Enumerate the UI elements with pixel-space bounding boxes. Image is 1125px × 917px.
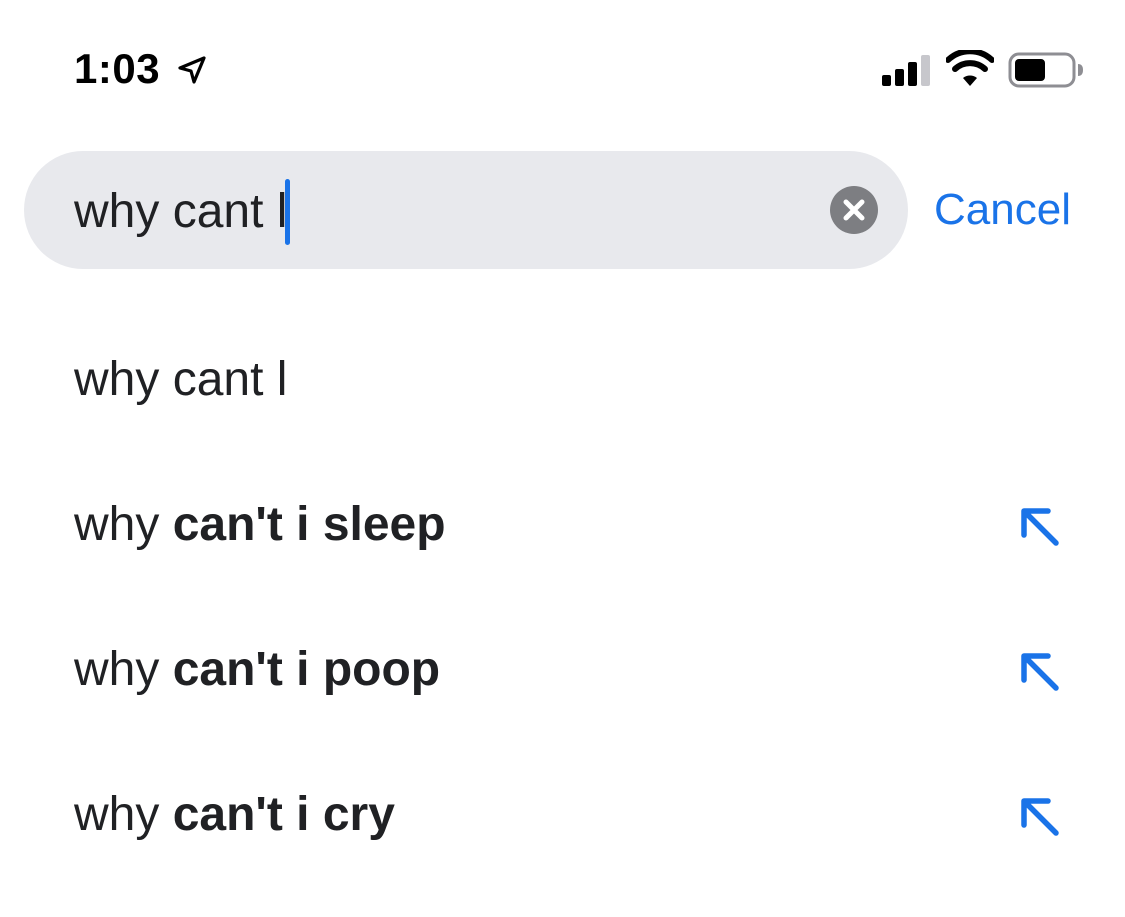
suggestion-list: why cant l why can't i sleep why can't i… bbox=[0, 306, 1125, 886]
suggestion-item[interactable]: why can't i poop bbox=[0, 596, 1125, 741]
search-field[interactable]: why cant l bbox=[24, 151, 908, 269]
text-caret bbox=[285, 179, 291, 245]
status-bar: 1:03 bbox=[0, 0, 1125, 130]
suggestion-item[interactable]: why cant l bbox=[0, 306, 1125, 451]
search-query-text: why cant l bbox=[74, 185, 288, 238]
location-arrow-icon bbox=[178, 56, 206, 84]
suggestion-bold-text: can't i poop bbox=[172, 643, 441, 696]
battery-icon bbox=[1008, 52, 1083, 88]
suggestion-bold-text: can't i cry bbox=[172, 788, 395, 841]
suggestion-text: why cant l bbox=[74, 350, 287, 410]
status-time: 1:03 bbox=[74, 45, 161, 92]
suggestion-text: why can't i sleep bbox=[74, 495, 446, 555]
suggestion-plain-text: why bbox=[74, 643, 173, 696]
suggestion-text: why can't i cry bbox=[74, 785, 395, 845]
cancel-button[interactable]: Cancel bbox=[934, 182, 1071, 238]
suggestion-plain-text: why bbox=[74, 788, 173, 841]
wifi-icon bbox=[946, 50, 994, 86]
suggestion-item[interactable]: why can't i cry bbox=[0, 741, 1125, 886]
arrow-up-left-icon[interactable] bbox=[1018, 505, 1062, 549]
arrow-up-left-icon[interactable] bbox=[1018, 650, 1062, 694]
suggestion-bold-text: can't i sleep bbox=[172, 498, 446, 551]
suggestion-text: why can't i poop bbox=[74, 640, 440, 700]
clear-circle-icon bbox=[843, 199, 865, 221]
suggestion-plain-text: why bbox=[74, 498, 173, 551]
cellular-signal-icon bbox=[882, 55, 930, 86]
arrow-up-left-icon[interactable] bbox=[1018, 795, 1062, 839]
suggestion-item[interactable]: why can't i sleep bbox=[0, 451, 1125, 596]
search-input[interactable]: why cant l bbox=[74, 179, 291, 245]
suggestion-plain-text: why cant l bbox=[74, 353, 288, 406]
clear-search-button[interactable] bbox=[830, 186, 878, 234]
